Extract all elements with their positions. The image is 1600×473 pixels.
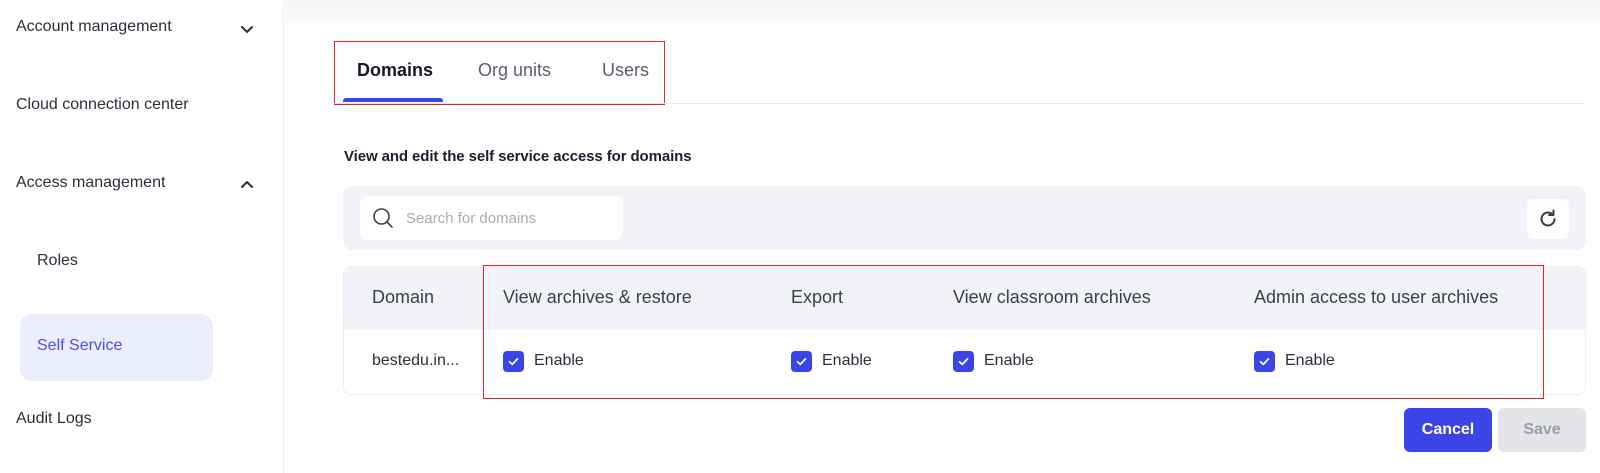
domain-cell: bestedu.in... [372, 352, 460, 369]
sidebar-item-audit-logs[interactable]: Audit Logs [16, 410, 92, 428]
search-box[interactable] [360, 196, 623, 240]
refresh-icon [1537, 208, 1559, 230]
search-input[interactable] [406, 208, 611, 228]
search-toolbar [343, 186, 1586, 250]
tab-users[interactable]: Users [602, 60, 649, 81]
permissions-highlight-box [483, 265, 1544, 399]
tab-org-units[interactable]: Org units [478, 60, 551, 81]
sidebar-item-access-management[interactable]: Access management [16, 174, 165, 192]
chevron-down-icon[interactable] [238, 20, 256, 38]
sidebar: Account management Cloud connection cent… [0, 0, 284, 473]
sidebar-item-account-management[interactable]: Account management [16, 18, 172, 36]
section-title: View and edit the self service access fo… [344, 148, 692, 165]
search-icon [372, 207, 394, 229]
tabs-divider [334, 103, 1585, 104]
tab-domains[interactable]: Domains [357, 60, 433, 81]
sidebar-item-label: Self Service [37, 337, 123, 354]
sidebar-item-cloud-connection-center[interactable]: Cloud connection center [16, 96, 189, 114]
chevron-up-icon[interactable] [238, 176, 256, 194]
sidebar-item-roles[interactable]: Roles [37, 252, 78, 270]
column-header-domain: Domain [372, 287, 435, 307]
active-tab-indicator [343, 98, 443, 102]
cancel-button[interactable]: Cancel [1404, 408, 1492, 452]
top-shadow-band [285, 0, 1600, 30]
sidebar-item-self-service[interactable]: Self Service [20, 314, 213, 381]
save-button[interactable]: Save [1498, 408, 1586, 452]
refresh-button[interactable] [1527, 199, 1569, 239]
